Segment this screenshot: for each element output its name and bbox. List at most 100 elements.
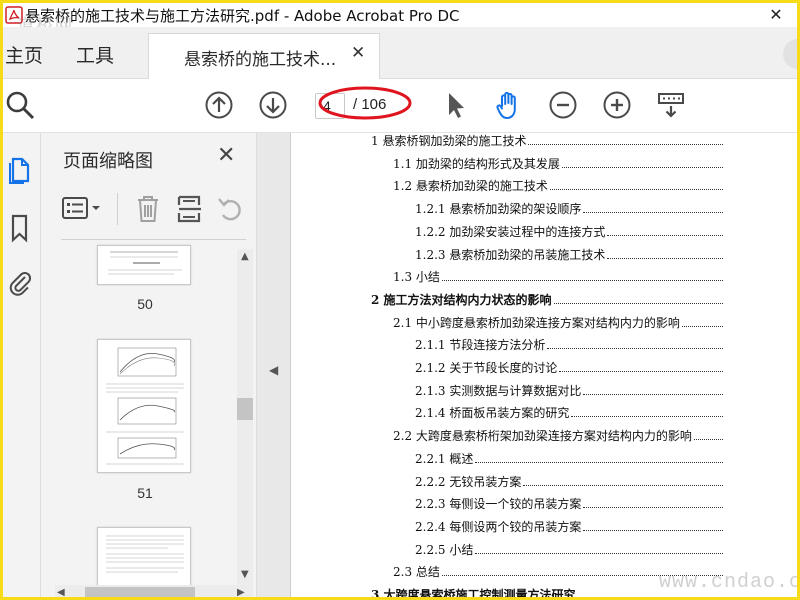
toc-entry[interactable]: 2.2.1 概述 bbox=[415, 447, 723, 467]
scroll-right-arrow[interactable]: ▶ bbox=[237, 587, 245, 597]
document-page: 1 悬索桥钢加劲梁的施工技术 1.1 加劲梁的结构形式及其发展 1.2 悬索桥加劲梁… bbox=[290, 133, 797, 600]
toc-entry[interactable]: 2.2 大跨度悬索桥桁架加劲梁连接方案对结构内力的影响 bbox=[393, 424, 723, 444]
select-cursor-icon[interactable] bbox=[439, 89, 471, 121]
scroll-left-arrow[interactable]: ◀ bbox=[57, 587, 65, 597]
toc-leader-dots bbox=[441, 280, 723, 282]
toc-entry-title: 2.2.1 概述 bbox=[415, 451, 474, 466]
hand-tool-icon[interactable] bbox=[493, 89, 525, 121]
toc-entry[interactable]: 2.2.5 小结 bbox=[415, 538, 723, 558]
document-tab-close-button[interactable]: ✕ bbox=[351, 43, 365, 63]
tab-document[interactable]: 悬索桥的施工技术... ✕ bbox=[148, 33, 380, 79]
panel-close-button[interactable]: ✕ bbox=[217, 143, 235, 168]
toc-entry-title: 2.1.2 关于节段长度的讨论 bbox=[415, 361, 558, 375]
extract-page-icon[interactable] bbox=[175, 193, 205, 225]
thumbnail-preview bbox=[108, 251, 182, 275]
thumbnail-page-number: 50 bbox=[137, 296, 153, 312]
watermark-site-url: www.cndao.com bbox=[659, 571, 800, 594]
thumbnail-horizontal-scrollbar[interactable]: ◀ ▶ bbox=[55, 585, 253, 597]
thumbnail-list: 50 51 bbox=[41, 241, 257, 597]
thumbnail-page-number: 51 bbox=[137, 485, 153, 501]
toc-entry[interactable]: 2.1.2 关于节段长度的讨论 bbox=[415, 356, 723, 376]
toc-entry[interactable]: 1.1 加劲梁的结构形式及其发展 bbox=[393, 152, 723, 172]
scrollbar-thumb[interactable] bbox=[237, 398, 253, 420]
account-avatar[interactable] bbox=[783, 39, 797, 69]
toolbar-divider bbox=[117, 193, 118, 225]
next-page-icon[interactable] bbox=[257, 89, 289, 121]
toc-entry[interactable]: 2.1.4 桥面板吊装方案的研究 bbox=[415, 401, 723, 421]
window-close-button[interactable]: ✕ bbox=[761, 3, 791, 25]
collapse-panel-arrow[interactable]: ◀ bbox=[269, 363, 278, 377]
scroll-down-arrow[interactable]: ▼ bbox=[241, 569, 249, 580]
page-thumbnails-panel: 页面缩略图 ✕ 50 51 ▲ ▼ ◀ ▶ bbox=[41, 133, 257, 597]
more-tools-icon[interactable] bbox=[655, 89, 687, 121]
document-viewer: ◀ 1 悬索桥钢加劲梁的施工技术 1.1 加劲梁的结构形式及其发展 1.2 悬索桥加… bbox=[257, 133, 797, 600]
toc-entry[interactable]: 1.2.1 悬索桥加劲梁的架设顺序 bbox=[415, 197, 723, 217]
panel-divider bbox=[61, 239, 246, 240]
toc-entry[interactable]: 1.2.3 悬索桥加劲梁的吊装施工技术 bbox=[415, 243, 723, 263]
scroll-up-arrow[interactable]: ▲ bbox=[241, 251, 249, 262]
page-total-count: / 106 bbox=[353, 96, 387, 113]
scrollbar-thumb[interactable] bbox=[85, 587, 195, 597]
toc-leader-dots bbox=[523, 484, 723, 486]
zoom-out-icon[interactable] bbox=[547, 89, 579, 121]
toc-leader-dots bbox=[561, 166, 723, 168]
page-thumbnail[interactable] bbox=[97, 245, 191, 285]
toc-leader-dots bbox=[547, 348, 723, 350]
toc-entry-title: 1.2 悬索桥加劲梁的施工技术 bbox=[393, 179, 548, 194]
toc-entry[interactable]: 1 悬索桥钢加劲梁的施工技术 bbox=[371, 129, 723, 149]
toc-entry-title: 2.2.5 小结 bbox=[415, 542, 474, 557]
toc-entry[interactable]: 2.1 中小跨度悬索桥加劲梁连接方案对结构内力的影响 bbox=[393, 311, 723, 331]
toc-entry[interactable]: 1.3 小结 bbox=[393, 265, 723, 285]
toc-entry-title: 1 悬索桥钢加劲梁的施工技术 bbox=[371, 134, 527, 148]
toc-entry-title: 2.3 总结 bbox=[393, 565, 440, 580]
tab-home[interactable]: 主页 bbox=[5, 41, 43, 68]
toc-entry-title: 2.1.1 节段连接方法分析 bbox=[415, 338, 546, 353]
toc-entry[interactable]: 1.2.2 加劲梁安装过程中的连接方式 bbox=[415, 220, 723, 240]
toc-entry[interactable]: 2.1.1 节段连接方法分析 bbox=[415, 333, 723, 353]
toc-entry[interactable]: 1.2 悬索桥加劲梁的施工技术 bbox=[393, 174, 723, 194]
toc-entry-title: 1.2.3 悬索桥加劲梁的吊装施工技术 bbox=[415, 247, 606, 262]
left-navigation-rail bbox=[3, 133, 41, 597]
tab-tools[interactable]: 工具 bbox=[76, 41, 114, 68]
delete-page-icon[interactable] bbox=[133, 193, 163, 225]
thumbnail-preview bbox=[106, 347, 184, 465]
toc-entry-title: 2 施工方法对结构内力状态的影响 bbox=[371, 292, 552, 307]
toc-entry[interactable]: 2.2.3 每侧设一个铰的吊装方案 bbox=[415, 492, 723, 512]
toc-entry[interactable]: 2.1.3 实测数据与计算数据对比 bbox=[415, 379, 723, 399]
toc-entry-title: 2.2.3 每侧设一个铰的吊装方案 bbox=[415, 497, 582, 512]
toc-leader-dots bbox=[693, 439, 723, 441]
toc-leader-dots bbox=[553, 302, 723, 304]
toc-entry-title: 2.2.4 每侧设两个铰的吊装方案 bbox=[415, 519, 582, 534]
toc-leader-dots bbox=[549, 189, 723, 191]
undo-icon[interactable] bbox=[215, 193, 245, 225]
toc-entry[interactable]: 2.2.2 无铰吊装方案 bbox=[415, 470, 723, 490]
toc-entry-title: 2.1.3 实测数据与计算数据对比 bbox=[415, 383, 582, 398]
toc-leader-dots bbox=[583, 529, 723, 531]
toc-entry-title: 2.2 大跨度悬索桥桁架加劲梁连接方案对结构内力的影响 bbox=[393, 429, 692, 444]
bookmark-icon[interactable] bbox=[7, 213, 33, 243]
toc-entry-title: 1.3 小结 bbox=[393, 270, 440, 285]
toc-leader-dots bbox=[475, 552, 723, 554]
toc-leader-dots bbox=[681, 325, 723, 327]
toc-entry-title: 2.1 中小跨度悬索桥加劲梁连接方案对结构内力的影响 bbox=[393, 315, 680, 330]
options-menu-icon[interactable] bbox=[61, 195, 105, 223]
attachment-icon[interactable] bbox=[7, 267, 33, 297]
page-number-input[interactable] bbox=[315, 93, 345, 119]
previous-page-icon[interactable] bbox=[203, 89, 235, 121]
document-tab-label: 悬索桥的施工技术... bbox=[184, 50, 337, 70]
page-thumbnails-icon[interactable] bbox=[7, 155, 33, 185]
search-icon[interactable] bbox=[5, 89, 37, 121]
toc-entry-title: 1.2.2 加劲梁安装过程中的连接方式 bbox=[415, 224, 606, 239]
toc-entry-title: 3 大跨度悬索桥施工控制测量方法研究 bbox=[371, 588, 576, 600]
toc-entry-title: 1.1 加劲梁的结构形式及其发展 bbox=[393, 156, 560, 171]
toc-entry[interactable]: 2.2.4 每侧设两个铰的吊装方案 bbox=[415, 515, 723, 535]
toolbar: / 106 bbox=[3, 79, 797, 133]
window-title: 悬索桥的施工技术与施工方法研究.pdf - Adobe Acrobat Pro … bbox=[25, 6, 460, 25]
zoom-in-icon[interactable] bbox=[601, 89, 633, 121]
title-bar: 悬索桥的施工技术与施工方法研究.pdf - Adobe Acrobat Pro … bbox=[3, 3, 797, 27]
page-thumbnail[interactable] bbox=[97, 339, 191, 473]
toc-entry-title: 2.1.4 桥面板吊装方案的研究 bbox=[415, 406, 570, 421]
toc-leader-dots bbox=[559, 371, 723, 372]
toc-entry-title: 2.2.2 无铰吊装方案 bbox=[415, 474, 522, 489]
toc-entry[interactable]: 2 施工方法对结构内力状态的影响 bbox=[371, 288, 723, 308]
